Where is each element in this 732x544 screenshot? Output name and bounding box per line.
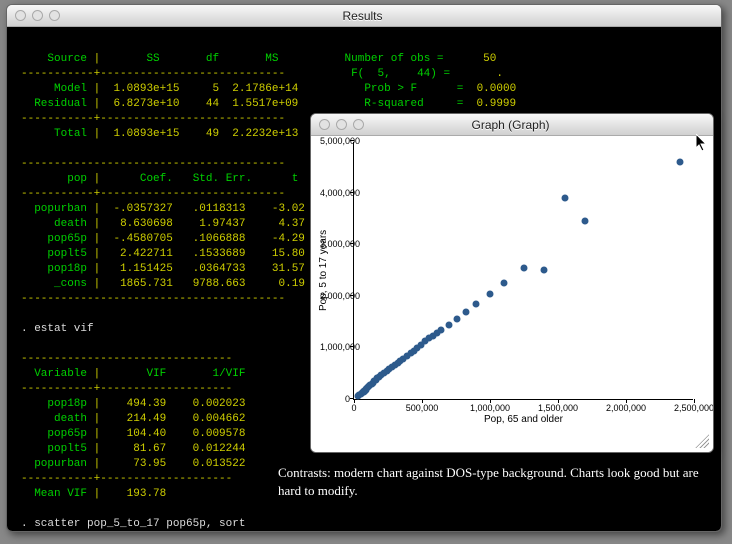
x-tick-mark [626, 399, 627, 403]
y-tick-mark [350, 346, 354, 347]
x-tick: 1,500,000 [538, 403, 578, 413]
maximize-icon[interactable] [49, 10, 60, 21]
minimize-icon[interactable] [32, 10, 43, 21]
mouse-cursor-icon [696, 134, 710, 154]
data-point [473, 301, 480, 308]
y-tick: 3,000,000 [320, 239, 350, 249]
y-tick-mark [350, 295, 354, 296]
y-tick-mark [350, 243, 354, 244]
command-vif: . estat vif [21, 323, 94, 335]
data-point [454, 315, 461, 322]
x-tick: 2,000,000 [606, 403, 646, 413]
y-tick: 2,000,000 [320, 291, 350, 301]
maximize-icon[interactable] [353, 119, 364, 130]
x-tick-mark [354, 399, 355, 403]
graph-titlebar[interactable]: Graph (Graph) [311, 114, 713, 136]
y-tick: 1,000,000 [320, 342, 350, 352]
x-tick: 1,000,000 [470, 403, 510, 413]
y-tick-mark [350, 192, 354, 193]
data-point [438, 326, 445, 333]
graph-window[interactable]: Graph (Graph) Pop, 5 to 17 years Pop, 65… [310, 113, 714, 453]
graph-body: Pop, 5 to 17 years Pop, 65 and older 0 50… [311, 136, 713, 452]
y-tick: 4,000,000 [320, 188, 350, 198]
x-axis-label: Pop, 65 and older [354, 414, 693, 425]
data-point [462, 309, 469, 316]
data-point [541, 267, 548, 274]
y-tick: 0 [320, 394, 350, 404]
results-title: Results [60, 9, 665, 23]
y-tick: 5,000,000 [320, 136, 350, 146]
x-tick-mark [694, 399, 695, 403]
minimize-icon[interactable] [336, 119, 347, 130]
graph-title: Graph (Graph) [364, 118, 657, 132]
close-icon[interactable] [15, 10, 26, 21]
x-tick: 0 [351, 403, 356, 413]
close-icon[interactable] [319, 119, 330, 130]
x-tick-mark [558, 399, 559, 403]
data-point [500, 280, 507, 287]
y-tick-mark [350, 398, 354, 399]
x-tick: 500,000 [406, 403, 439, 413]
data-point [677, 158, 684, 165]
scatter-plot: Pop, 5 to 17 years Pop, 65 and older 050… [353, 142, 693, 400]
caption-text: Contrasts: modern chart against DOS-type… [278, 464, 708, 499]
data-point [487, 290, 494, 297]
data-point [521, 264, 528, 271]
y-axis-label: Pop, 5 to 17 years [318, 142, 338, 399]
x-tick-mark [490, 399, 491, 403]
command-scatter: . scatter pop_5_to_17 pop65p, sort [21, 518, 245, 530]
x-tick: 2,500,000 [674, 403, 714, 413]
data-point [582, 217, 589, 224]
resize-handle-icon[interactable] [695, 434, 709, 448]
data-point [446, 321, 453, 328]
results-titlebar[interactable]: Results [7, 5, 721, 27]
data-point [561, 194, 568, 201]
x-tick-mark [422, 399, 423, 403]
y-tick-mark [350, 140, 354, 141]
